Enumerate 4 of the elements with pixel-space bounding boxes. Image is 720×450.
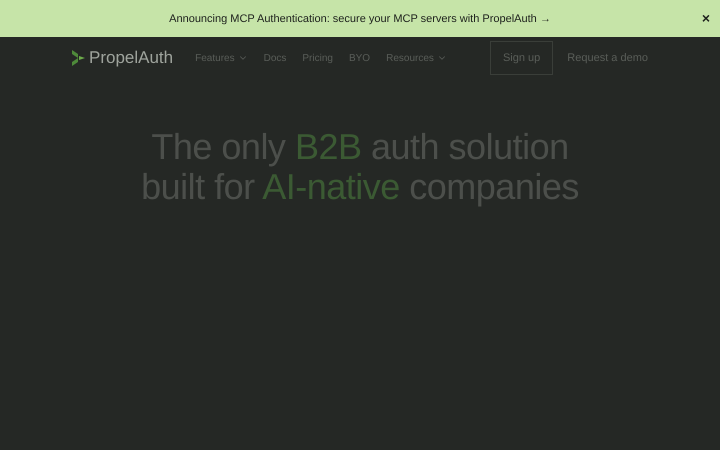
logo-icon [72,50,85,66]
brand-name[interactable]: PropelAuth [89,48,174,68]
announcement-text[interactable]: Announcing MCP Authentication: secure your MCP servers with PropelAuth → [169,12,551,24]
close-button[interactable]: × [700,10,712,26]
